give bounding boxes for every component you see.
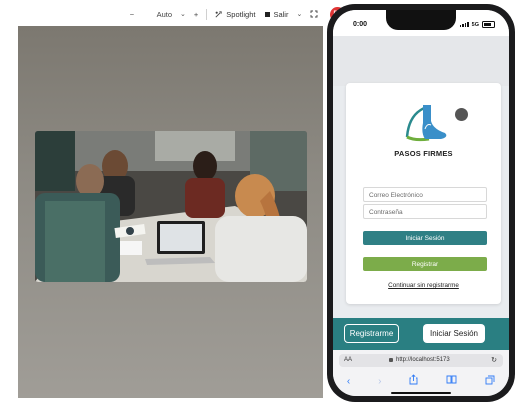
forward-icon[interactable]: ›: [378, 376, 381, 387]
login-button[interactable]: Iniciar Sesión: [363, 231, 487, 245]
reload-icon[interactable]: ↻: [491, 356, 497, 364]
phone-frame: 0:00 5G PASOS FIRMES Correo Electrónico …: [327, 4, 515, 402]
network-label: 5G: [471, 21, 479, 28]
bottom-action-bar: Registrarme Iniciar Sesión: [333, 318, 509, 350]
bottom-login-button[interactable]: Iniciar Sesión: [423, 324, 485, 343]
address-bar[interactable]: AA http://localhost:5173 ↻: [339, 354, 503, 367]
spotlight-label: Spotlight: [226, 9, 256, 19]
phone-screen: 0:00 5G PASOS FIRMES Correo Electrónico …: [333, 10, 509, 396]
theme-toggle[interactable]: [455, 108, 468, 121]
zoom-select[interactable]: Auto: [142, 10, 174, 19]
top-toolbar: − Auto ⌄ + Spotlight Salir ⌄ DC: [128, 6, 346, 22]
zoom-in-button[interactable]: +: [194, 10, 198, 19]
header-band: [333, 36, 509, 86]
exit-label: Salir: [273, 9, 289, 19]
back-icon[interactable]: ‹: [347, 376, 350, 387]
bottom-register-button[interactable]: Registrarme: [344, 324, 399, 343]
spotlight-button[interactable]: Spotlight: [214, 10, 255, 19]
home-indicator: [391, 392, 451, 394]
stop-icon: [265, 11, 271, 17]
battery-icon: [482, 21, 495, 28]
browser-chrome: AA http://localhost:5173 ↻ ‹ ›: [333, 350, 509, 396]
exit-button[interactable]: Salir: [265, 10, 288, 19]
status-indicators: 5G: [459, 21, 495, 28]
team-meeting-photo: [35, 131, 307, 282]
zoom-out-button[interactable]: −: [128, 10, 136, 19]
background-panel: [18, 26, 323, 398]
status-time: 0:00: [353, 21, 368, 28]
signal-icon: [459, 22, 469, 27]
spotlight-icon: [215, 10, 222, 18]
login-card: PASOS FIRMES Correo Electrónico Contrase…: [346, 83, 501, 304]
tabs-icon[interactable]: [485, 375, 495, 388]
chevron-down-icon[interactable]: ⌄: [296, 10, 302, 18]
url-display[interactable]: http://localhost:5173: [389, 357, 450, 363]
brand-name: PASOS FIRMES: [394, 149, 453, 158]
url-text: http://localhost:5173: [396, 357, 450, 363]
reader-text-size-button[interactable]: AA: [344, 357, 352, 363]
email-field[interactable]: Correo Electrónico: [363, 187, 487, 202]
continue-without-register-link[interactable]: Continuar sin registrarme: [346, 282, 501, 289]
bookmarks-icon[interactable]: [446, 375, 457, 387]
toolbar-divider: [206, 8, 208, 20]
register-button[interactable]: Registrar: [363, 257, 487, 271]
phone-notch: [386, 10, 456, 30]
password-field[interactable]: Contraseña: [363, 204, 487, 219]
status-bar: 0:00 5G: [333, 10, 509, 36]
browser-toolbar: ‹ ›: [333, 374, 509, 388]
lock-icon: [389, 358, 393, 362]
fullscreen-icon[interactable]: [310, 10, 318, 18]
chevron-down-icon[interactable]: ⌄: [180, 10, 186, 18]
brand-logo: [401, 103, 451, 145]
share-icon[interactable]: [409, 374, 418, 388]
